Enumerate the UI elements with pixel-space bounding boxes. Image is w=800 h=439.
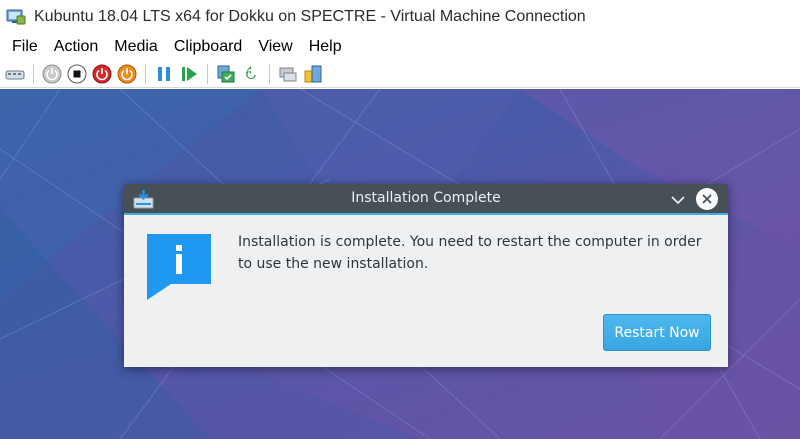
menu-help[interactable]: Help [301,36,350,58]
menu-media[interactable]: Media [106,36,166,58]
close-icon[interactable] [696,188,718,210]
menu-clipboard[interactable]: Clipboard [166,36,250,58]
checkpoint-icon[interactable] [215,63,237,85]
pause-icon[interactable] [153,63,175,85]
dialog-message: Installation is complete. You need to re… [238,234,702,272]
chevron-down-icon[interactable] [669,191,687,209]
menu-bar: File Action Media Clipboard View Help [0,34,800,60]
dialog-title: Installation Complete [351,190,501,206]
toolbar-separator [207,63,208,84]
restart-now-button[interactable]: Restart Now [603,314,711,351]
toolbar [0,60,800,88]
window-title: Kubuntu 18.04 LTS x64 for Dokku on SPECT… [34,8,586,25]
dialog-titlebar[interactable]: Installation Complete [124,184,728,215]
info-icon [147,234,211,300]
menu-action[interactable]: Action [46,36,106,58]
toolbar-separator [33,63,34,84]
shut-down-icon[interactable] [91,63,113,85]
toolbar-separator [145,63,146,84]
menu-file[interactable]: File [4,36,46,58]
ctrl-alt-del-icon[interactable] [4,63,26,85]
turn-off-icon[interactable] [66,63,88,85]
toolbar-separator [269,63,270,84]
installation-complete-dialog: Installation Complete Installation is co… [124,184,728,367]
window-titlebar: Kubuntu 18.04 LTS x64 for Dokku on SPECT… [0,0,800,34]
start-icon[interactable] [41,63,63,85]
virtual-machine-icon [6,7,26,27]
power-icon[interactable] [116,63,138,85]
menu-view[interactable]: View [250,36,300,58]
share-icon[interactable] [302,63,324,85]
enhanced-session-icon[interactable] [277,63,299,85]
resume-icon[interactable] [178,63,200,85]
revert-icon[interactable] [240,63,262,85]
